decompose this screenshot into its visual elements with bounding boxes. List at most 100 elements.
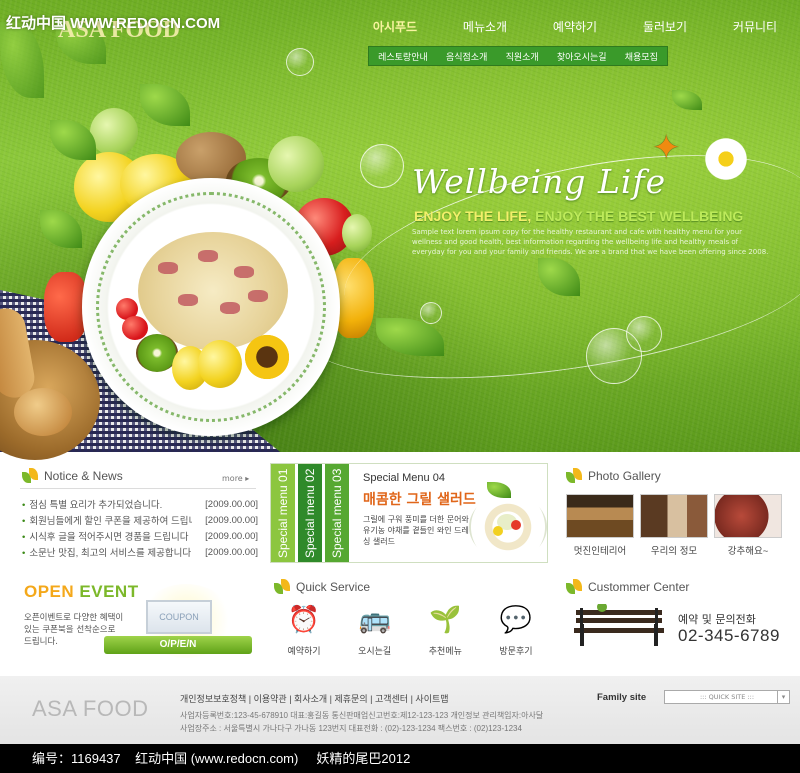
customer-center-title: Custommer Center [588,580,690,594]
gallery-caption: 멋진인테리어 [573,546,627,557]
nav-item-community[interactable]: 커뮤니티 [710,18,800,35]
gallery-thumbnail[interactable] [640,494,708,538]
news-title: 회원님들에게 할인 쿠폰을 제공하여 드립니다 [22,513,192,527]
gallery-item[interactable]: 멋진인테리어 [566,494,634,557]
watermark: 红动中国 WWW.REDOCN.COM [6,15,221,32]
notice-title: Notice & News [44,469,123,483]
bench-image [574,604,664,646]
open-event-title[interactable]: OPEN EVENT [24,582,139,602]
subnav-item[interactable]: 찾아오시는길 [557,50,607,63]
customer-center-label: 예약 및 문의전화 [678,613,756,626]
footer-info: 사업자등록번호:123-45-678910 대표:홍길동 통신판매업신고번호:제… [180,709,543,735]
subnav-item[interactable]: 직원소개 [506,50,539,63]
footer: ASA FOOD 개인정보보호정책 | 이용약관 | 회사소개 | 제휴문의 |… [0,676,800,744]
family-site-label: Family site [597,692,647,703]
tagline-part: ENJOY THE LIFE, [414,208,532,224]
footer-logo: ASA FOOD [32,696,149,721]
subnav-item[interactable]: 레스토랑안내 [378,50,428,63]
hero-tagline: ENJOY THE LIFE, ENJOY THE BEST WELLBEING [414,208,743,224]
quick-item-recommend[interactable]: 🌱 추천메뉴 [413,604,477,657]
chat-icon: 💬 [499,605,533,635]
quick-service-list: ⏰ 예약하기 🚌 오시는길 🌱 추천메뉴 💬 방문후기 [272,604,548,657]
main-nav: 아시푸드 메뉴소개 예약하기 둘러보기 커뮤니티 [350,18,800,35]
phone-number[interactable]: 02-345-6789 [678,626,780,646]
special-menu-panel: Special menu 01 Special menu 02 Special … [270,463,548,563]
caption-bar: 编号：1169437 红动中国 (www.redocn.com) 妖精的尾巴20… [0,744,800,773]
news-title: 점심 특별 요리가 추가되었습니다. [22,497,192,511]
news-date: [2009.00.00] [205,514,258,526]
footer-info-line: 사업장주소 : 서울특별시 가나다구 가나동 123번지 대표전화 : (02)… [180,724,522,733]
footer-info-line: 사업자등록번호:123-45-678910 대표:홍길동 통신판매업신고번호:제… [180,711,544,720]
quick-item-label: 오시는길 [358,646,392,656]
gallery-item[interactable]: 우리의 정모 [640,494,708,557]
leaf-icon [274,579,290,595]
gallery-caption: 우리의 정모 [650,546,698,557]
gallery-caption: 강추해요~ [727,546,769,557]
hero-title: Wellbeing Life [412,162,667,201]
leaf-icon [22,468,38,484]
arrow-right-icon: ▸ [245,474,250,483]
notice-header: Notice & News [22,468,123,484]
quick-item-directions[interactable]: 🚌 오시는길 [343,604,407,657]
news-title: 시식후 글을 적어주시면 경품을 드립니다 [22,529,192,543]
gallery-thumbnail[interactable] [714,494,782,538]
family-site-select[interactable]: ::: QUICK SITE ::: ▾ [664,690,790,704]
tab-special-menu-01[interactable]: Special menu 01 [271,464,295,562]
event-title-part: EVENT [79,582,139,601]
gallery-header: Photo Gallery [566,468,661,484]
quick-item-label: 방문후기 [499,646,533,656]
open-ribbon[interactable]: O/P/E/N [104,636,252,654]
leaf-icon [566,468,582,484]
grapes-image [90,108,138,156]
special-menu-desc: 그릴에 구워 풍미를 더한 문어와 유기농 야채를 곁들인 와인 드레싱 샐러드 [363,515,469,546]
footer-links[interactable]: 개인정보보호정책 | 이용약관 | 회사소개 | 제휴문의 | 고객센터 | 사… [180,692,449,705]
bubble-decoration [360,144,404,188]
special-menu-title: Special Menu 04 [363,472,445,484]
alarm-clock-icon: ⏰ [287,605,321,635]
list-item[interactable]: 소문난 맛집, 최고의 서비스를 제공합니다 [2009.00.00] [22,544,258,560]
leaf-decoration [50,120,96,160]
quick-item-reservation[interactable]: ⏰ 예약하기 [272,604,336,657]
grapes-image [342,214,372,252]
leaf-decoration [140,84,190,126]
nav-item-reservation[interactable]: 예약하기 [530,18,620,35]
divider [20,488,256,489]
salad-dish-image[interactable] [469,494,547,560]
hero-body-text: Sample text lorem ipsum copy for the hea… [412,228,769,256]
lemon-slice-image [198,340,242,388]
sunflower-image [242,332,292,382]
sub-nav: 레스토랑안내 음식점소개 직원소개 찾아오시는길 채용모집 [368,46,668,66]
daisy-image [702,135,750,183]
sprout-icon: 🌱 [429,605,462,635]
subnav-item[interactable]: 음식점소개 [446,50,487,63]
grapes-image [268,136,324,192]
nav-item-tour[interactable]: 둘러보기 [620,18,710,35]
quick-item-label: 예약하기 [287,646,321,656]
nav-item-menu[interactable]: 메뉴소개 [440,18,530,35]
news-list: 점심 특별 요리가 추가되었습니다. [2009.00.00] 회원님들에게 할인… [22,496,258,560]
photo-gallery: 멋진인테리어 우리의 정모 강추해요~ [566,494,782,557]
list-item[interactable]: 시식후 글을 적어주시면 경품을 드립니다 [2009.00.00] [22,528,258,544]
list-item[interactable]: 점심 특별 요리가 추가되었습니다. [2009.00.00] [22,496,258,512]
quick-item-label: 추천메뉴 [428,646,462,656]
news-date: [2009.00.00] [205,498,258,510]
more-link[interactable]: more ▸ [222,474,249,483]
family-site-value: ::: QUICK SITE ::: [699,693,755,701]
news-date: [2009.00.00] [205,546,258,558]
butterfly-icon: ✦ [652,128,681,168]
subnav-item[interactable]: 채용모집 [625,50,658,63]
event-title-part: OPEN [24,582,80,601]
leaf-decoration [672,90,702,110]
gallery-item[interactable]: 강추해요~ [714,494,782,557]
quick-service-title: Quick Service [296,580,371,594]
coupon-image[interactable]: COUPON [146,600,212,634]
gallery-thumbnail[interactable] [566,494,634,538]
tab-special-menu-02[interactable]: Special menu 02 [298,464,322,562]
list-item[interactable]: 회원님들에게 할인 쿠폰을 제공하여 드립니다 [2009.00.00] [22,512,258,528]
nav-item-asafood[interactable]: 아시푸드 [350,18,440,35]
bubble-decoration [626,316,662,352]
chevron-down-icon[interactable]: ▾ [777,691,789,703]
tab-special-menu-03[interactable]: Special menu 03 [325,464,349,562]
quick-item-review[interactable]: 💬 방문후기 [484,604,548,657]
gallery-title: Photo Gallery [588,469,661,483]
